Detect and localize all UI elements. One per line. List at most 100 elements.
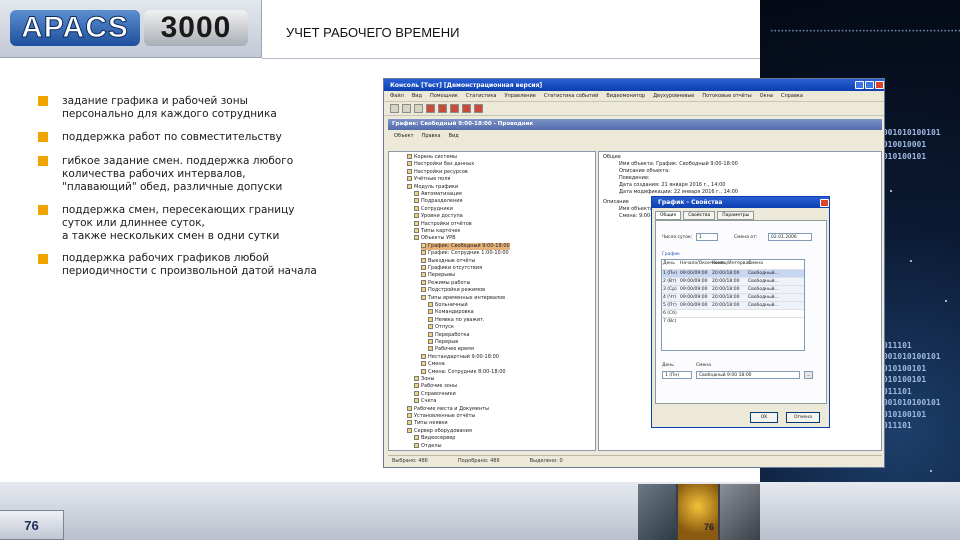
tree-item[interactable]: Смена: Сотрудник 8:00-18:00 [421,368,506,376]
tree-item[interactable]: Уровни доступа [414,213,463,220]
menu-item[interactable]: Окна [760,93,773,99]
grid-row[interactable]: 1 (Пн) 09:00/09:00 20:00/18:00 Свободный... [662,269,804,277]
menu-item[interactable]: Правка [422,133,441,139]
folder-icon [407,427,412,433]
tree-item[interactable]: Неявка по уважит. [428,316,485,324]
tree-item[interactable]: Подразделения [414,198,463,205]
toolbar-icon[interactable] [462,104,471,113]
tab-parameters[interactable]: Параметры [717,211,755,220]
tree-item[interactable]: Командировка [428,309,474,316]
tree-item[interactable]: Смена [421,361,445,368]
tree-item-label: Корень системы [414,154,458,160]
tree-item[interactable]: Типы временных интервалов [421,294,505,302]
tree-item[interactable]: Учётные поля [407,176,450,183]
ok-button[interactable]: OK [750,412,778,423]
toolbar-icon[interactable] [390,104,399,113]
tree-item[interactable]: Больничный [428,302,468,309]
toolbar-icon[interactable] [450,104,459,113]
menu-item[interactable]: Помощник [430,93,458,99]
tree-item[interactable]: Сотрудники [414,205,453,213]
day-label: День [662,363,674,368]
tree-item-label: График: Сотрудник 1:00-10:00 [428,250,509,257]
grid-row[interactable]: 7 (Вс) [662,317,804,325]
close-icon[interactable] [875,81,884,89]
tree-item[interactable]: Выездные отчёты [421,257,475,265]
bullet-text: поддержка работ по совместительству [62,131,282,143]
tree-item[interactable]: Подстройки режимов [421,287,485,294]
menu-item[interactable]: Статистика [466,93,497,99]
shift-browse-button[interactable]: … [804,371,813,379]
tree-item[interactable]: Отпуск [428,324,454,331]
menu-item[interactable]: Видеомонитор [606,93,645,99]
tree-item[interactable]: Настройки отчётов [414,220,472,228]
menu-item[interactable]: Потоковые отчёты [702,93,751,99]
tree-item[interactable]: Типы карточек [414,228,460,235]
tree-item[interactable]: График: Сотрудник 1:00-10:00 [421,250,509,257]
tree-item[interactable]: Настройки ресурсов [407,168,468,176]
tree-item[interactable]: Режимы работы [421,279,470,287]
tree-item[interactable]: Графики отсутствия [421,265,482,272]
tree-item[interactable]: Настройки баз данных [407,161,474,168]
grid-row[interactable]: 6 (Сб) [662,309,804,317]
tree-item[interactable]: Перерыв [428,339,458,346]
tree-item[interactable]: Типы неявки [407,420,448,427]
object-tree[interactable]: Корень системы Настройки баз данных Настро… [388,151,596,451]
toolbar-icon[interactable] [474,104,483,113]
menu-item[interactable]: Файл [390,93,404,99]
tree-item[interactable]: Перерывы [421,272,455,279]
grid-row[interactable]: 2 (Вт) 09:00/09:00 20:00/18:00 Свободный... [662,277,804,285]
tree-item[interactable]: Справочники [414,390,456,398]
toolbar-icon[interactable] [402,104,411,113]
tree-item[interactable]: Переработка [428,331,469,339]
toolbar-icon[interactable] [426,104,435,113]
tree-item-label: Сервер оборудования [414,427,472,434]
tree-item[interactable]: Установленные отчёты [407,413,475,420]
tree-item[interactable]: Объекты УРВ [414,235,456,242]
cancel-button[interactable]: Отмена [786,412,820,423]
grid-row[interactable]: 3 (Ср) 09:00/09:00 20:00/18:00 Свободный... [662,285,804,293]
tree-item[interactable]: Счета [414,398,437,405]
tree-item[interactable]: Сервер оборудования [407,427,472,435]
menu-item[interactable]: Справка [781,93,803,99]
folder-icon [407,168,412,174]
tree-item[interactable]: Зоны [414,376,434,383]
menu-item[interactable]: Вид [449,133,459,139]
day-select[interactable]: 1 (Пн) [662,371,692,379]
tree-item-label: Уровни доступа [421,213,463,220]
shift-select[interactable]: Свободный 9:00 18:00 [696,371,800,379]
page-number: 76 [0,510,64,540]
schedule-grid[interactable]: День Начало/Окончание Конец/Интервал Смена 1… [661,259,805,351]
tree-item[interactable]: Рабочее время [428,346,474,353]
tree-item[interactable]: Отделы [414,442,442,450]
minimize-icon[interactable] [855,81,864,89]
start-date-field[interactable]: 02.01.2006 [768,233,812,241]
folder-icon [414,398,419,404]
menu-item[interactable]: Управление [505,93,536,99]
tree-item[interactable]: Корень системы [407,154,457,161]
count-field[interactable]: 1 [696,233,718,241]
tree-item[interactable]: Рабочие места и Документы [407,405,489,413]
tree-item[interactable]: Рабочие зоны [414,383,457,390]
tree-item[interactable]: Видеосервер [414,435,455,442]
tree-item[interactable]: График: Свободный 9:00-18:00 [421,242,510,250]
menu-item[interactable]: Статистика событий [544,93,598,99]
grid-row[interactable]: 4 (Чт) 09:00/09:00 20:00/18:00 Свободный... [662,293,804,301]
toolbar-icon[interactable] [438,104,447,113]
grid-header-cell: День [663,261,675,266]
tree-item[interactable]: Модуль графики [407,183,458,191]
grid-row[interactable]: 5 (Пт) 09:00/09:00 20:00/18:00 Свободный... [662,301,804,309]
maximize-icon[interactable] [865,81,874,89]
toolbar-icon[interactable] [414,104,423,113]
folder-icon [407,413,412,418]
tree-item[interactable]: Автоматизация [414,191,462,198]
tab-general[interactable]: Общие [655,211,682,220]
tree-item[interactable]: Нестандартный 9:00-18:00 [421,353,499,361]
tree-item-label: Подстройки режимов [428,287,486,294]
close-icon[interactable] [820,198,829,207]
dialog-title: График - Свойства [658,199,723,206]
logo-brand: APACS [10,10,140,46]
menu-item[interactable]: Двухуровневые [653,93,694,99]
menu-item[interactable]: Вид [412,93,422,99]
tab-properties[interactable]: Свойства [683,211,716,220]
menu-item[interactable]: Объект [394,133,414,139]
